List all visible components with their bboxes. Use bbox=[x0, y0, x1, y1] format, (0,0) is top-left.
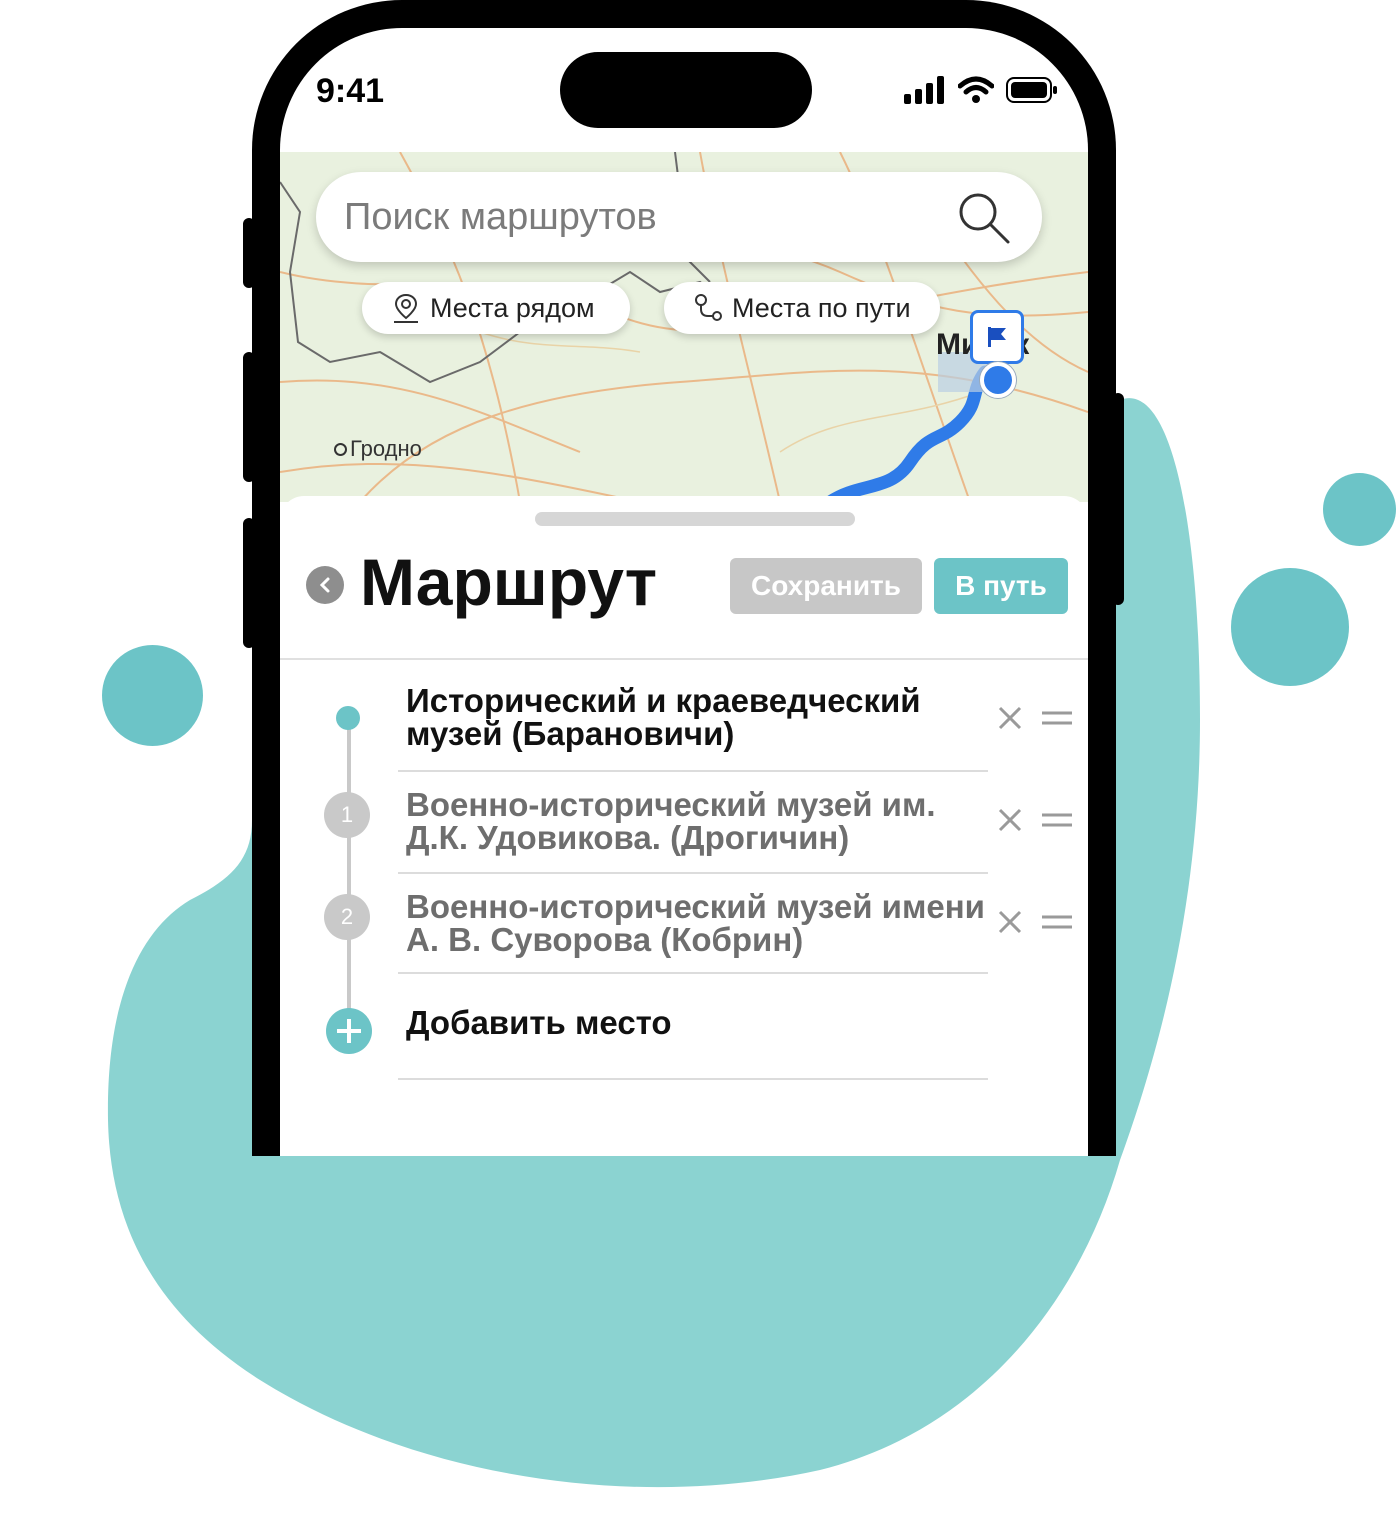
chip-places-nearby[interactable]: Места рядом bbox=[362, 282, 630, 334]
flag-icon bbox=[988, 327, 1006, 347]
search-icon[interactable] bbox=[956, 190, 1012, 246]
search-bar[interactable]: Поиск маршрутов bbox=[316, 172, 1042, 262]
row-divider bbox=[398, 872, 988, 874]
route-stop-label[interactable]: Исторический и краеведческий музей (Бара… bbox=[406, 684, 996, 750]
row-divider bbox=[398, 972, 988, 974]
map-pin-icon bbox=[394, 293, 418, 323]
city-dot-icon bbox=[334, 443, 347, 456]
route-pins-icon bbox=[695, 294, 722, 321]
route-timeline bbox=[347, 722, 351, 1024]
status-time: 9:41 bbox=[316, 72, 385, 110]
chip-along-route-label: Места по пути bbox=[732, 292, 911, 323]
destination-flag-marker[interactable] bbox=[970, 310, 1024, 364]
status-icons bbox=[904, 76, 1058, 104]
decor-dot-left bbox=[102, 645, 203, 746]
start-route-button[interactable]: В путь bbox=[934, 558, 1068, 614]
remove-stop-icon[interactable] bbox=[996, 704, 1024, 732]
stop-number-badge: 2 bbox=[324, 894, 370, 940]
drag-handle-icon[interactable] bbox=[1042, 708, 1072, 728]
current-location-marker bbox=[980, 362, 1016, 398]
route-start-dot bbox=[336, 706, 360, 730]
search-input[interactable]: Поиск маршрутов bbox=[344, 196, 657, 239]
wifi-icon bbox=[958, 76, 994, 103]
route-stop-label[interactable]: Военно-исторический музей имени А. В. Су… bbox=[406, 890, 996, 956]
chip-places-along-route[interactable]: Места по пути bbox=[664, 282, 940, 334]
back-button[interactable] bbox=[306, 566, 344, 604]
page-title: Маршрут bbox=[360, 545, 658, 619]
remove-stop-icon[interactable] bbox=[996, 806, 1024, 834]
add-place-button[interactable] bbox=[326, 1008, 372, 1054]
header-divider bbox=[280, 658, 1088, 660]
sheet-grabber[interactable] bbox=[535, 512, 855, 526]
chip-nearby-label: Места рядом bbox=[430, 292, 595, 323]
row-divider bbox=[398, 1078, 988, 1080]
signal-icon bbox=[904, 76, 944, 104]
side-button-volume-down bbox=[243, 518, 255, 648]
side-button-power bbox=[1112, 393, 1124, 605]
side-button-action bbox=[243, 218, 255, 288]
save-button[interactable]: Сохранить bbox=[730, 558, 922, 614]
battery-icon bbox=[1006, 77, 1057, 103]
side-button-volume-up bbox=[243, 352, 255, 482]
route-sheet: Маршрут Сохранить В путь Исторический и … bbox=[280, 496, 1088, 1156]
drag-handle-icon[interactable] bbox=[1042, 810, 1072, 830]
map-label-grodno: Гродно bbox=[334, 436, 422, 462]
remove-stop-icon[interactable] bbox=[996, 908, 1024, 936]
add-place-label[interactable]: Добавить место bbox=[406, 1004, 672, 1042]
decor-dot-small bbox=[1323, 473, 1396, 546]
route-stop-label[interactable]: Военно-исторический музей им. Д.К. Удови… bbox=[406, 788, 996, 854]
dynamic-island bbox=[560, 52, 812, 128]
stop-number-badge: 1 bbox=[324, 792, 370, 838]
drag-handle-icon[interactable] bbox=[1042, 912, 1072, 932]
decor-dot-large bbox=[1231, 568, 1349, 686]
phone-screen: 9:41 Гродно Поиск маршрутов Места рядом … bbox=[280, 28, 1088, 1156]
chevron-left-icon bbox=[319, 577, 330, 593]
row-divider bbox=[398, 770, 988, 772]
plus-icon bbox=[337, 1019, 361, 1043]
